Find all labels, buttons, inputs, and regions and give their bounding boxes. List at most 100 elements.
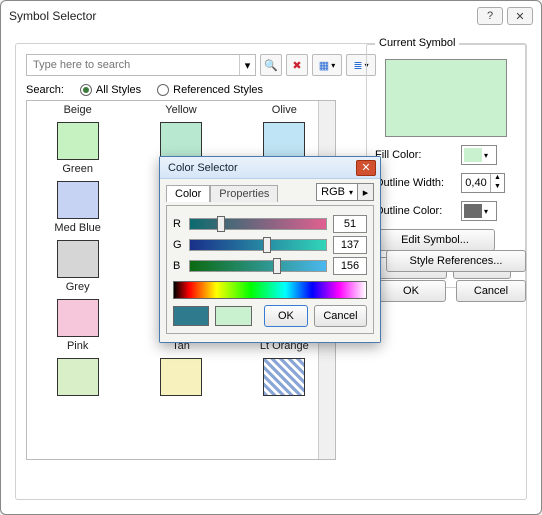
swatch [57, 299, 99, 337]
search-label: Search: [26, 84, 64, 96]
swatch [160, 122, 202, 160]
chevron-down-icon: ▾ [484, 207, 488, 216]
slider-knob[interactable] [273, 258, 281, 274]
clear-icon: ✖ [292, 59, 301, 72]
swatch [263, 122, 305, 160]
color-cancel-button[interactable]: Cancel [314, 305, 367, 327]
search-icon: 🔍 [264, 59, 278, 72]
chevron-down-icon: ▾ [484, 151, 488, 160]
swatch [57, 122, 99, 160]
symbol-cell[interactable]: Beige [35, 101, 120, 122]
fill-color-swatch [464, 148, 482, 162]
outline-color-swatch [464, 204, 482, 218]
symbol-selector-window: Symbol Selector ? ✕ ▾ 🔍 ✖ ▦▾ ≣▾ Search: … [0, 0, 542, 515]
style-references-button[interactable]: Style References... [386, 250, 526, 272]
outline-width-label: Outline Width: [375, 177, 455, 189]
swatch-label: Yellow [165, 104, 196, 118]
swatch-label: Olive [272, 104, 297, 118]
search-dropdown[interactable]: ▾ [239, 55, 255, 75]
color-selector-title: Color Selector [168, 162, 356, 174]
spectrum-bar[interactable] [173, 281, 367, 299]
search-input[interactable] [27, 59, 239, 71]
titlebar: Symbol Selector ? ✕ [1, 1, 541, 31]
g-label: G [173, 239, 183, 251]
view-grid-button[interactable]: ▦▾ [312, 54, 342, 76]
g-slider[interactable] [189, 239, 327, 251]
r-value[interactable]: 51 [333, 215, 367, 233]
symbol-cell[interactable]: Olive [242, 101, 327, 122]
r-label: R [173, 218, 183, 230]
group-legend: Current Symbol [375, 37, 459, 49]
radio-referenced-label: Referenced Styles [173, 84, 263, 96]
clear-search-button[interactable]: ✖ [286, 54, 308, 76]
symbol-cell[interactable]: Grey [35, 240, 120, 299]
color-ok-button[interactable]: OK [264, 305, 308, 327]
close-button[interactable]: ✕ [507, 7, 533, 25]
fill-color-button[interactable]: ▾ [461, 145, 497, 165]
g-value[interactable]: 137 [333, 236, 367, 254]
slider-knob[interactable] [217, 216, 225, 232]
symbol-cell[interactable]: Pink [35, 299, 120, 358]
color-mode-value: RGB [321, 186, 345, 198]
cancel-button[interactable]: Cancel [456, 280, 526, 302]
right-column: Current Symbol Fill Color: ▾ Outline Wid… [366, 44, 526, 300]
b-slider[interactable] [189, 260, 327, 272]
swatch-label: Pink [67, 340, 88, 354]
color-mode-select[interactable]: RGB ▾ [316, 183, 358, 201]
chevron-down-icon: ▾ [245, 59, 251, 72]
outline-width-spinner[interactable]: ▲▼ [461, 173, 505, 193]
chevron-down-icon: ▾ [349, 188, 353, 197]
window-title: Symbol Selector [9, 9, 473, 23]
radio-all-styles[interactable]: All Styles [80, 84, 141, 96]
edit-symbol-button[interactable]: Edit Symbol... [375, 229, 495, 251]
symbol-cell[interactable] [138, 358, 223, 417]
tab-properties[interactable]: Properties [210, 185, 278, 202]
swatch-label: Beige [64, 104, 92, 118]
b-value[interactable]: 156 [333, 257, 367, 275]
help-button[interactable]: ? [477, 7, 503, 25]
symbol-cell[interactable]: Yellow [138, 101, 223, 122]
swatch [160, 358, 202, 396]
spinner-down[interactable]: ▼ [491, 183, 504, 192]
color-selector-titlebar[interactable]: Color Selector ✕ [160, 157, 380, 179]
close-icon: ✕ [361, 161, 370, 174]
swatch [57, 358, 99, 396]
symbol-cell[interactable]: Green [35, 122, 120, 181]
grid-icon: ▦ [319, 59, 329, 72]
previous-color-swatch[interactable] [173, 306, 209, 326]
close-icon: ✕ [515, 10, 524, 23]
radio-all-label: All Styles [96, 84, 141, 96]
color-mode-menu-button[interactable]: ▸ [358, 183, 374, 201]
spinner-up[interactable]: ▲ [491, 174, 504, 183]
search-box[interactable]: ▾ [26, 54, 256, 76]
list-icon: ≣ [353, 59, 362, 72]
swatch-label: Med Blue [54, 222, 100, 236]
radio-referenced-styles[interactable]: Referenced Styles [157, 84, 263, 96]
ok-button[interactable]: OK [376, 280, 446, 302]
symbol-cell[interactable] [35, 358, 120, 417]
symbol-cell[interactable]: Med Blue [35, 181, 120, 240]
radio-dot-icon [80, 84, 92, 96]
outline-width-input[interactable] [462, 174, 490, 192]
fill-color-label: Fill Color: [375, 149, 455, 161]
swatch-label: Grey [66, 281, 90, 295]
outline-color-label: Outline Color: [375, 205, 455, 217]
r-slider[interactable] [189, 218, 327, 230]
swatch [263, 358, 305, 396]
symbol-cell[interactable] [242, 358, 327, 417]
outline-color-button[interactable]: ▾ [461, 201, 497, 221]
symbol-preview [385, 59, 507, 137]
swatch-label: Green [62, 163, 93, 177]
color-selector-dialog: Color Selector ✕ Color Properties RGB ▾ ▸… [159, 156, 381, 343]
radio-dot-icon [157, 84, 169, 96]
search-button[interactable]: 🔍 [260, 54, 282, 76]
current-color-swatch[interactable] [215, 306, 251, 326]
swatch [57, 181, 99, 219]
swatch [57, 240, 99, 278]
chevron-down-icon: ▾ [331, 61, 335, 70]
b-label: B [173, 260, 183, 272]
color-selector-close-button[interactable]: ✕ [356, 160, 376, 176]
dialog-buttons: Style References... OK Cancel [376, 250, 526, 302]
tab-color[interactable]: Color [166, 185, 210, 202]
slider-knob[interactable] [263, 237, 271, 253]
